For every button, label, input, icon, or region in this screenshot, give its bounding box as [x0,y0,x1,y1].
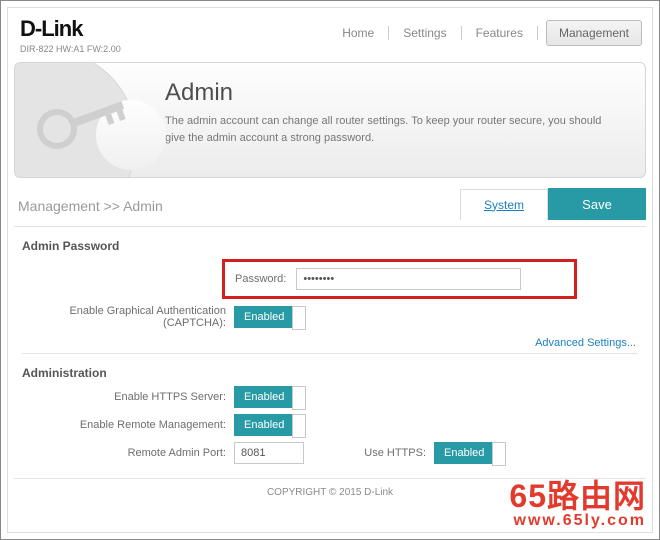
section-admin-password: Admin Password [22,239,638,253]
use-https-toggle[interactable]: Enabled [434,442,494,464]
divider [22,353,638,354]
nav-separator [537,26,538,40]
remote-mgmt-label: Enable Remote Management: [22,419,234,431]
page-description: The admin account can change all router … [165,113,605,146]
remote-mgmt-toggle[interactable]: Enabled [234,414,294,436]
nav-management[interactable]: Management [546,20,642,46]
model-string: DIR-822 HW:A1 FW:2.00 [20,44,121,54]
system-link[interactable]: System [460,189,548,220]
banner-graphic [15,63,165,177]
save-button[interactable]: Save [548,188,646,220]
breadcrumb: Management >> Admin [14,192,460,216]
brand-block: D-Link DIR-822 HW:A1 FW:2.00 [20,16,121,54]
use-https-label: Use HTTPS: [304,447,434,459]
brand-logo: D-Link [20,16,121,42]
captcha-toggle[interactable]: Enabled [234,306,294,328]
captcha-label: Enable Graphical Authentication (CAPTCHA… [22,305,234,329]
https-server-toggle[interactable]: Enabled [234,386,294,408]
remote-port-label: Remote Admin Port: [22,447,234,459]
footer-copyright: COPYRIGHT © 2015 D-Link [14,478,646,498]
page-banner: Admin The admin account can change all r… [14,62,646,178]
https-server-label: Enable HTTPS Server: [22,391,234,403]
top-nav: Home Settings Features Management [328,16,642,46]
password-input[interactable] [296,268,521,290]
watermark-url: www.65ly.com [509,512,646,530]
nav-home[interactable]: Home [328,20,388,46]
password-label: Password: [235,273,296,285]
nav-settings[interactable]: Settings [389,20,460,46]
remote-port-input[interactable] [234,442,304,464]
advanced-settings-link[interactable]: Advanced Settings... [22,337,636,349]
page-title: Admin [165,79,605,107]
password-highlight-box: Password: [222,259,577,299]
nav-features[interactable]: Features [462,20,537,46]
section-administration: Administration [22,366,638,380]
